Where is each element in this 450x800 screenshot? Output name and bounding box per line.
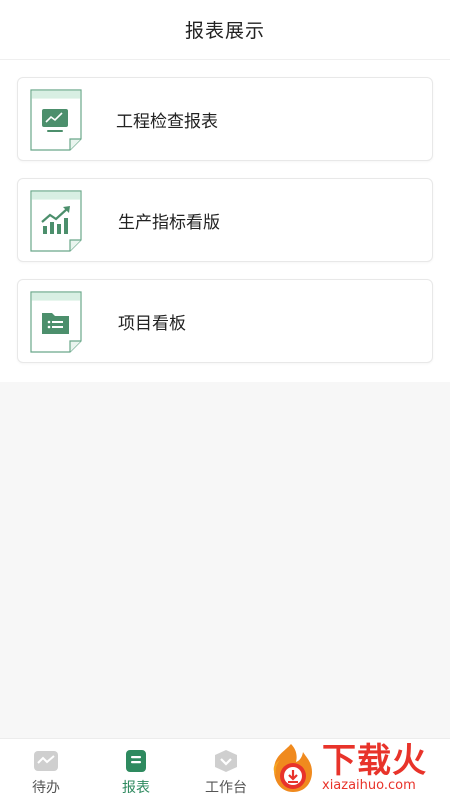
tab-workbench[interactable]: 工作台 (181, 739, 271, 800)
page-title: 报表展示 (184, 20, 265, 42)
report-card-project-board[interactable]: 项目看板 (17, 279, 433, 363)
monitor-chart-icon (30, 89, 82, 151)
report-list: 工程检查报表 生产指标看版 项目看板 (0, 60, 450, 382)
chevron-shield-icon (215, 750, 237, 772)
report-card-label: 工程检查报表 (116, 111, 218, 132)
app-header: 报表展示 (0, 0, 450, 60)
watermark-title: 下载火 (322, 741, 427, 781)
report-icon (126, 750, 146, 772)
tab-label: 工作台 (205, 780, 247, 796)
watermark-logo: 下载火 xiazaihuo.com (262, 740, 447, 796)
report-card-label: 生产指标看版 (118, 212, 220, 233)
tab-reports[interactable]: 报表 (91, 739, 181, 800)
report-card-engineering-inspection[interactable]: 工程检查报表 (17, 77, 433, 161)
growth-chart-icon (30, 190, 82, 252)
report-card-label: 项目看板 (118, 313, 186, 334)
report-card-production-metrics[interactable]: 生产指标看版 (17, 178, 433, 262)
folder-list-icon (30, 291, 82, 353)
tab-label: 待办 (32, 780, 60, 796)
watermark-url: xiazaihuo.com (322, 778, 416, 793)
flame-logo-icon (273, 744, 312, 792)
tab-label: 报表 (122, 780, 150, 796)
pulse-icon (34, 751, 58, 771)
tab-todo[interactable]: 待办 (1, 739, 91, 800)
